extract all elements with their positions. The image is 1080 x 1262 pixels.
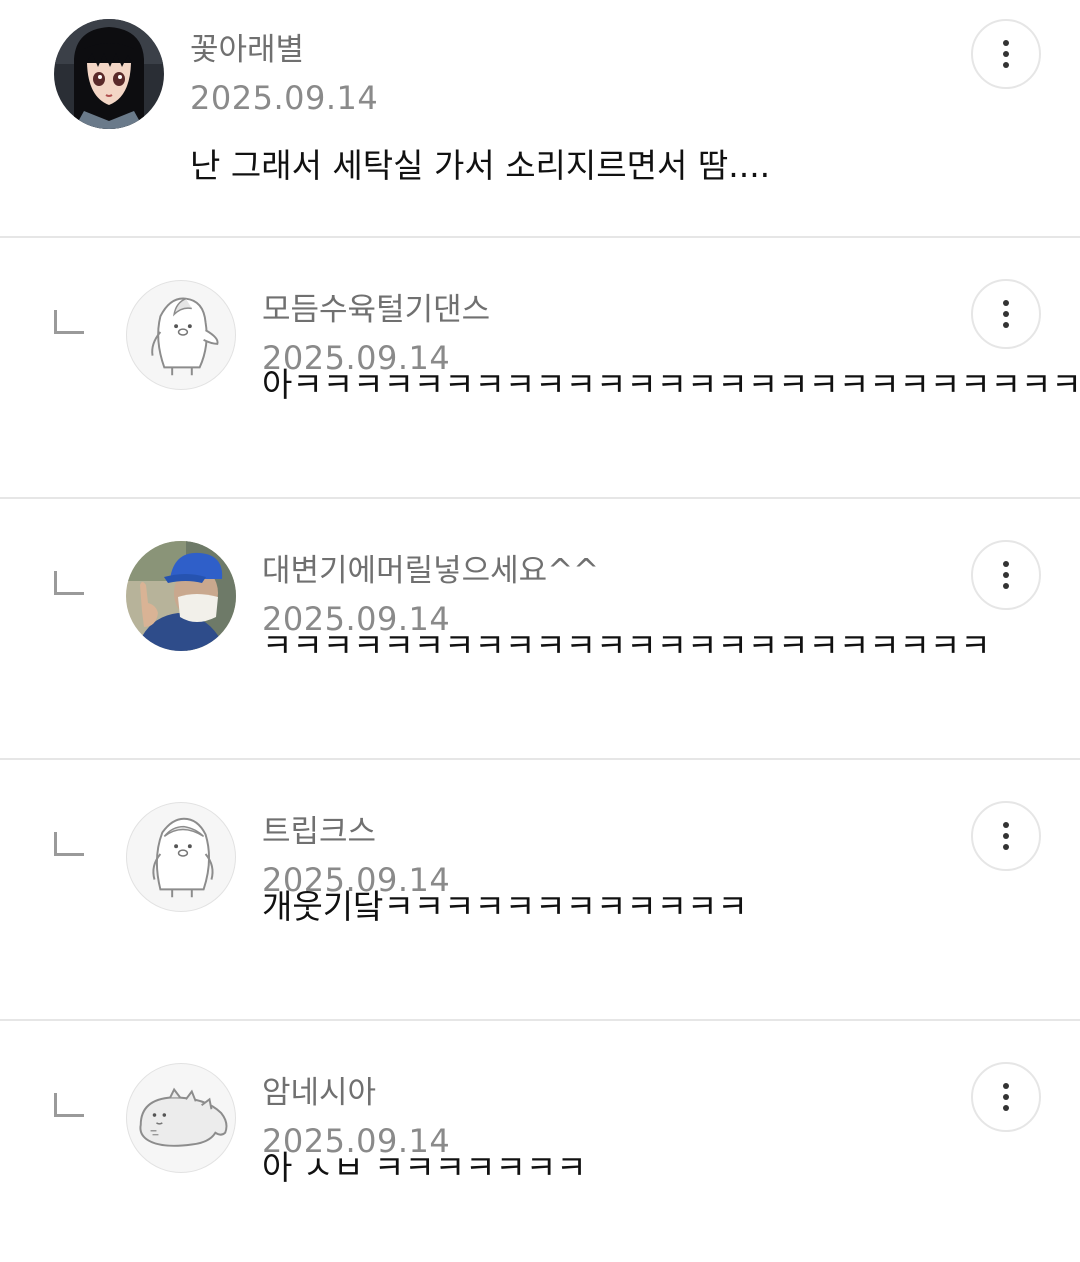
avatar[interactable] (126, 1063, 236, 1173)
avatar[interactable] (126, 541, 236, 651)
reply-arrow-icon (54, 832, 84, 856)
reply-item: 모듬수육털기댄스 2025.09.14 아ㅋㅋㅋㅋㅋㅋㅋㅋㅋㅋㅋㅋㅋㅋㅋㅋㅋㅋㅋ… (0, 238, 1080, 499)
penguin-default-avatar-icon (152, 817, 214, 898)
nickname[interactable]: 암네시아 (262, 1073, 450, 1113)
comment-text: 난 그래서 세탁실 가서 소리지르면서 땀.... (190, 146, 771, 185)
reply-arrow-icon (54, 571, 84, 595)
avatar[interactable] (126, 802, 236, 912)
comment-date: 2025.09.14 (190, 79, 379, 117)
dinosaur-default-avatar-icon (139, 1087, 228, 1147)
comment-meta: 꽃아래별 2025.09.14 (190, 30, 378, 119)
more-options-button[interactable] (971, 540, 1041, 610)
reply-arrow-icon (54, 1093, 84, 1117)
comment-item: 꽃아래별 2025.09.14 난 그래서 세탁실 가서 소리지르면서 땀...… (0, 0, 1080, 238)
comment-text: 개웃기닼ㅋㅋㅋㅋㅋㅋㅋㅋㅋㅋㅋㅋ (262, 887, 748, 926)
more-vertical-icon (1003, 561, 1009, 589)
penguin-default-avatar-icon (151, 297, 219, 376)
more-options-button[interactable] (971, 801, 1041, 871)
more-options-button[interactable] (971, 279, 1041, 349)
nickname[interactable]: 트립크스 (262, 812, 450, 852)
comment-text: 아 ㅅㅂ ㅋㅋㅋㅋㅋㅋㅋ (262, 1148, 587, 1187)
more-options-button[interactable] (971, 1062, 1041, 1132)
more-vertical-icon (1003, 1083, 1009, 1111)
nickname[interactable]: 모듬수육털기댄스 (262, 290, 490, 330)
nickname[interactable]: 꽃아래별 (190, 30, 378, 70)
more-vertical-icon (1003, 822, 1009, 850)
more-options-button[interactable] (971, 19, 1041, 89)
avatar[interactable] (126, 280, 236, 390)
comment-text: 아ㅋㅋㅋㅋㅋㅋㅋㅋㅋㅋㅋㅋㅋㅋㅋㅋㅋㅋㅋㅋㅋㅋㅋㅋㅋㅋ (262, 365, 1080, 404)
more-vertical-icon (1003, 300, 1009, 328)
comment-text: ㅋㅋㅋㅋㅋㅋㅋㅋㅋㅋㅋㅋㅋㅋㅋㅋㅋㅋㅋㅋㅋㅋㅋㅋ (262, 626, 991, 665)
nickname[interactable]: 대변기에머릴넣으세요^^ (262, 551, 599, 591)
more-vertical-icon (1003, 40, 1009, 68)
reply-item: 트립크스 2025.09.14 개웃기닼ㅋㅋㅋㅋㅋㅋㅋㅋㅋㅋㅋㅋ (0, 760, 1080, 1021)
reply-item: 대변기에머릴넣으세요^^ 2025.09.14 ㅋㅋㅋㅋㅋㅋㅋㅋㅋㅋㅋㅋㅋㅋㅋㅋ… (0, 499, 1080, 760)
reply-arrow-icon (54, 310, 84, 334)
masked-person-photo-avatar-icon (126, 541, 236, 651)
anime-girl-avatar-icon (54, 19, 164, 129)
reply-item: 암네시아 2025.09.14 아 ㅅㅂ ㅋㅋㅋㅋㅋㅋㅋ (0, 1021, 1080, 1261)
avatar[interactable] (54, 19, 164, 129)
